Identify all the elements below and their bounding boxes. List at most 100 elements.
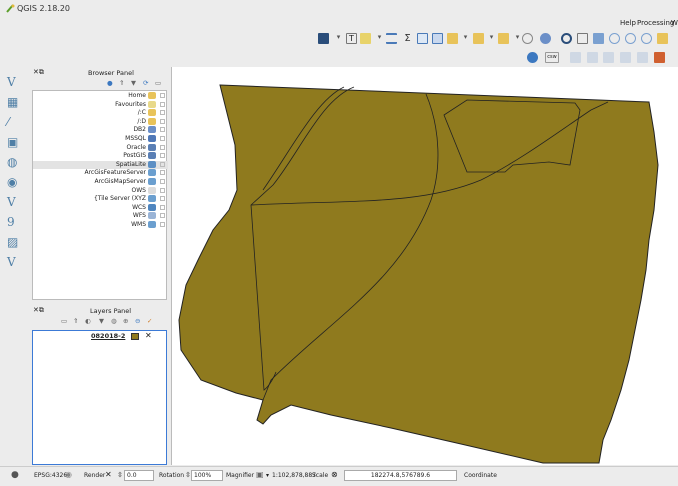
rotation-input[interactable]: 0.0 [124,470,154,481]
add-selected-icon[interactable]: ⇑ [119,79,124,87]
menu-processing[interactable]: Processing [637,19,674,27]
browser-item[interactable]: WFS [33,212,168,220]
style-icon[interactable]: ▭ [61,317,67,325]
show-bookmarks-icon[interactable] [593,33,604,44]
add-gps-icon[interactable]: 9 [7,215,25,231]
expand-icon[interactable] [160,161,165,167]
spinner-arrows-icon[interactable]: ⇳ [117,471,123,479]
dropdown-arrow-icon[interactable]: ▾ [374,33,385,44]
filter-legend-icon[interactable]: ▼ [99,317,104,325]
layer-item[interactable]: 082018-2 ✕ [35,331,166,341]
deselect-icon[interactable] [498,33,509,44]
add-postgis-icon[interactable]: ▣ [7,135,25,151]
pan-icon[interactable] [657,33,668,44]
add-spatialite-icon[interactable]: ◍ [7,155,25,171]
expand-icon[interactable] [160,110,165,116]
browser-item[interactable]: MSSQL [33,135,168,143]
expand-icon[interactable] [160,93,165,98]
add-delimited-text-icon[interactable]: ⁄ [7,115,25,131]
browser-item[interactable]: WMS [33,221,168,229]
spinner-arrows-icon[interactable]: ⇳ [185,471,191,479]
browser-item[interactable]: WCS [33,203,168,212]
dropdown-arrow-icon[interactable]: ▾ [333,33,344,44]
python-console-icon[interactable] [318,33,329,44]
expand-icon[interactable] [160,170,165,176]
browser-item[interactable]: {Tile Server (XYZ [33,195,168,203]
field-calculator-icon[interactable] [432,33,443,44]
filter-expression-icon[interactable]: ◍ [111,317,117,325]
measure-line-icon[interactable] [386,33,397,44]
map-canvas[interactable] [171,67,678,465]
attribute-table-icon[interactable] [417,33,428,44]
render-checkbox[interactable]: ✕ [105,470,112,479]
crs-globe-icon[interactable]: ◉ [65,470,72,479]
scale-value[interactable]: 1:102,878,887 [272,472,316,479]
digitize-tool-2-icon[interactable] [587,52,598,63]
add-wfs-icon[interactable]: V [7,195,25,211]
zoom-full-icon[interactable] [641,33,652,44]
browser-item[interactable]: ArcGisFeatureServer [33,169,168,177]
browser-tree[interactable]: Home Favourites/:C/:D DB2 MSSQL Oracle PostGI… [32,90,168,300]
expand-icon[interactable] [160,118,165,124]
tips-icon[interactable] [360,33,371,44]
properties-icon[interactable]: ▭ [155,79,161,87]
crs-label[interactable]: EPSG:4326 [34,472,67,479]
digitize-tool-3-icon[interactable] [603,52,614,63]
close-icon[interactable]: ✕⧉ [33,306,44,315]
dropdown-arrow-icon[interactable]: ▾ [460,33,471,44]
map-tips-icon[interactable] [540,33,551,44]
close-icon[interactable]: ✕ [145,331,152,340]
python-plugin-icon[interactable] [527,52,538,63]
menu-help[interactable]: Help [620,19,636,27]
expand-icon[interactable] [160,144,165,150]
expand-icon[interactable] [160,136,165,141]
browser-item[interactable]: DB2 [33,126,168,134]
new-shapefile-icon[interactable]: V [7,255,25,271]
refresh-icon[interactable] [561,33,572,44]
select-by-value-icon[interactable] [473,33,484,44]
lock-icon[interactable]: ▣ [256,470,264,479]
identify-icon[interactable] [522,33,533,44]
menu-web[interactable]: W [671,19,678,27]
zoom-out-icon[interactable] [625,33,636,44]
expand-icon[interactable] [160,187,165,193]
coordinate-toggle-icon[interactable]: ⊗ [331,470,338,479]
browser-item[interactable]: Oracle [33,143,168,152]
expand-all-icon[interactable]: ⊕ [123,317,128,325]
digitize-tool-4-icon[interactable] [620,52,631,63]
select-features-icon[interactable] [447,33,458,44]
digitize-tool-1-icon[interactable] [570,52,581,63]
browser-item[interactable]: Home [33,92,168,100]
add-wms-icon[interactable]: ◉ [7,175,25,191]
layers-tree[interactable]: 082018-2 ✕ [32,330,167,465]
magnifier-input[interactable]: 100% [191,470,223,481]
collapse-icon[interactable]: ⟳ [143,79,148,87]
add-raster-icon[interactable]: ▦ [7,95,25,111]
close-icon[interactable]: ✕⧉ [33,68,44,77]
filter-icon[interactable]: ▼ [131,79,136,87]
expand-icon[interactable] [160,127,165,133]
browser-item[interactable]: ArcGisMapServer [33,178,168,186]
add-vector-icon[interactable]: V [7,75,25,91]
browser-item[interactable]: SpatiaLite [33,160,168,169]
expand-icon[interactable] [160,153,165,159]
browser-item[interactable]: PostGIS [33,152,168,160]
coordinate-input[interactable]: 182274.8,576789.6 [344,470,457,481]
browser-item[interactable]: OWS [33,186,168,195]
browser-item[interactable]: /:C [33,109,168,117]
digitize-tool-6-icon[interactable] [654,52,665,63]
expand-icon[interactable] [160,222,165,227]
expand-icon[interactable] [160,179,165,184]
text-annotation-icon[interactable]: T [346,33,357,44]
parcel-polygon[interactable] [178,84,659,464]
map-view[interactable] [172,67,678,465]
remove-layer-icon[interactable]: ✓ [147,317,152,325]
statistics-sum-icon[interactable]: Σ [402,33,413,44]
add-group-icon[interactable]: ⇑ [73,317,78,325]
expand-icon[interactable] [160,204,165,210]
refresh-icon[interactable]: ● [107,79,113,87]
new-bookmark-icon[interactable] [577,33,588,44]
csw-icon[interactable]: csw [545,52,559,63]
layer-symbol-swatch[interactable] [131,333,139,340]
dropdown-arrow-icon[interactable]: ▾ [486,33,497,44]
